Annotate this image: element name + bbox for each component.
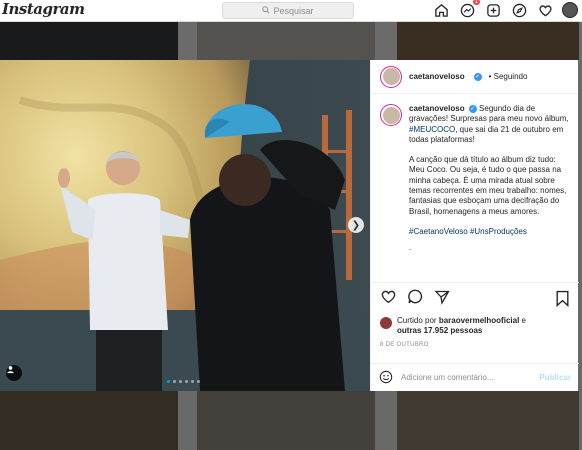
instagram-logo[interactable]: Instagram xyxy=(2,0,85,18)
likes-count[interactable]: outras 17.952 pessoas xyxy=(397,326,482,335)
caption-avatar[interactable] xyxy=(380,104,402,126)
search-icon xyxy=(262,5,271,16)
verified-icon: ✓ xyxy=(473,72,482,81)
notification-badge: 1 xyxy=(472,0,480,5)
carousel-dot xyxy=(185,380,188,383)
post-photo[interactable]: ❯ xyxy=(0,60,370,391)
heart-icon[interactable] xyxy=(536,1,554,19)
action-row xyxy=(380,288,570,310)
caption-username[interactable]: caetanoveloso xyxy=(409,104,465,113)
author-avatar[interactable] xyxy=(380,65,402,88)
post-caption: caetanoveloso ✓ Segundo dia de gravações… xyxy=(380,104,573,264)
top-navigation: Instagram Pesquisar 1 xyxy=(0,0,582,22)
search-placeholder: Pesquisar xyxy=(273,5,314,16)
carousel-dot xyxy=(179,380,182,383)
post-date[interactable]: 8 DE OUTUBRO xyxy=(380,342,570,348)
comment-icon[interactable] xyxy=(407,288,424,310)
photo-illustration xyxy=(0,60,370,391)
likes-middle: e xyxy=(521,316,526,325)
likes-summary: Curtido por baraovermelhooficial e outra… xyxy=(380,316,570,336)
chevron-right-icon: ❯ xyxy=(351,219,361,231)
caption-trailing: . xyxy=(409,243,412,253)
likes-prefix: Curtido por xyxy=(397,316,437,325)
messenger-icon[interactable]: 1 xyxy=(458,0,480,19)
post-header: caetanoveloso ✓ • Seguindo xyxy=(371,60,578,94)
post-modal: ❯ caetanoveloso ✓ • Seguindo caetanovelo… xyxy=(0,60,579,391)
post-actions: Curtido por baraovermelhooficial e outra… xyxy=(371,282,579,348)
liker-avatar[interactable] xyxy=(380,317,392,329)
home-icon[interactable] xyxy=(432,1,450,19)
caption-text: caetanoveloso ✓ Segundo dia de gravações… xyxy=(409,104,569,264)
carousel-dot xyxy=(191,380,194,383)
like-heart-icon[interactable] xyxy=(380,288,397,310)
comment-input[interactable]: Adicione um comentário... xyxy=(401,373,494,382)
explore-icon[interactable] xyxy=(510,1,528,19)
verified-icon: ✓ xyxy=(468,104,477,113)
author-username[interactable]: caetanoveloso xyxy=(409,72,465,81)
avatar-image xyxy=(382,106,400,124)
follow-status[interactable]: • Seguindo xyxy=(489,72,528,81)
carousel-dot xyxy=(173,380,176,383)
profile-avatar[interactable] xyxy=(562,2,578,18)
caption-tags[interactable]: #CaetanoVeloso #UnsProduções xyxy=(409,227,527,236)
nav-icons: 1 xyxy=(432,0,578,19)
new-post-icon[interactable] xyxy=(484,1,502,19)
post-sidebar: caetanoveloso ✓ • Seguindo caetanoveloso… xyxy=(370,60,579,391)
search-input[interactable]: Pesquisar xyxy=(222,2,354,19)
caption-paragraph: A canção que dá título ao álbum diz tudo… xyxy=(409,155,567,216)
carousel-dot xyxy=(167,380,170,383)
caption-hashtag[interactable]: #MEUCOCO xyxy=(409,125,455,134)
share-icon[interactable] xyxy=(434,289,450,310)
avatar-image xyxy=(382,68,400,85)
carousel-dot xyxy=(197,380,200,383)
emoji-icon[interactable] xyxy=(379,370,393,386)
tag-user-icon[interactable] xyxy=(6,365,22,381)
comment-box: Adicione um comentário... Publicar xyxy=(371,363,579,391)
liker-username[interactable]: baraovermelhooficial xyxy=(439,316,519,325)
next-slide-button[interactable]: ❯ xyxy=(348,217,364,233)
bookmark-icon[interactable] xyxy=(555,290,570,312)
publish-button[interactable]: Publicar xyxy=(539,373,571,382)
carousel-indicator xyxy=(167,380,200,383)
